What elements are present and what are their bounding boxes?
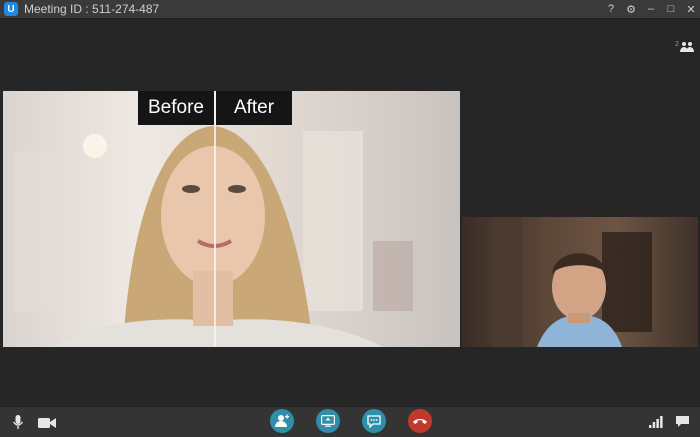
people-icon bbox=[680, 42, 694, 52]
minimize-button[interactable]: – bbox=[646, 3, 656, 15]
self-video-feed[interactable] bbox=[462, 217, 698, 347]
title-bar: U Meeting ID : 511-274-487 ? ⚙ – □ ✕ bbox=[0, 0, 700, 19]
toolbar-left bbox=[12, 415, 56, 430]
window-controls: ? ⚙ – □ ✕ bbox=[606, 0, 696, 18]
microphone-icon[interactable] bbox=[12, 415, 24, 430]
signal-icon[interactable] bbox=[649, 415, 663, 428]
share-screen-icon bbox=[321, 415, 335, 427]
before-label: Before bbox=[138, 91, 214, 125]
main-video-image bbox=[13, 126, 413, 347]
message-icon[interactable] bbox=[675, 415, 690, 428]
end-call-icon bbox=[413, 419, 427, 424]
chat-icon bbox=[367, 414, 381, 428]
app-logo: U bbox=[4, 2, 18, 16]
close-button[interactable]: ✕ bbox=[686, 3, 696, 16]
participant-count: 2 bbox=[675, 41, 679, 48]
toolbar-right bbox=[649, 415, 690, 428]
add-participant-button[interactable] bbox=[270, 409, 294, 433]
self-video-image bbox=[492, 217, 652, 347]
after-label: After bbox=[216, 91, 292, 125]
help-button[interactable]: ? bbox=[606, 3, 616, 15]
maximize-button[interactable]: □ bbox=[666, 3, 676, 15]
add-participant-icon bbox=[275, 414, 289, 427]
main-video-feed[interactable]: Before After bbox=[3, 91, 460, 347]
share-screen-button[interactable] bbox=[316, 409, 340, 433]
before-after-divider bbox=[214, 91, 216, 347]
chat-button[interactable] bbox=[362, 409, 386, 433]
settings-button[interactable]: ⚙ bbox=[626, 3, 636, 16]
camera-icon[interactable] bbox=[38, 417, 56, 429]
bottom-toolbar bbox=[0, 406, 700, 437]
end-call-button[interactable] bbox=[408, 409, 432, 433]
window-title: Meeting ID : 511-274-487 bbox=[24, 2, 160, 16]
participants-indicator[interactable]: 2 bbox=[675, 41, 694, 53]
toolbar-center bbox=[270, 409, 432, 433]
